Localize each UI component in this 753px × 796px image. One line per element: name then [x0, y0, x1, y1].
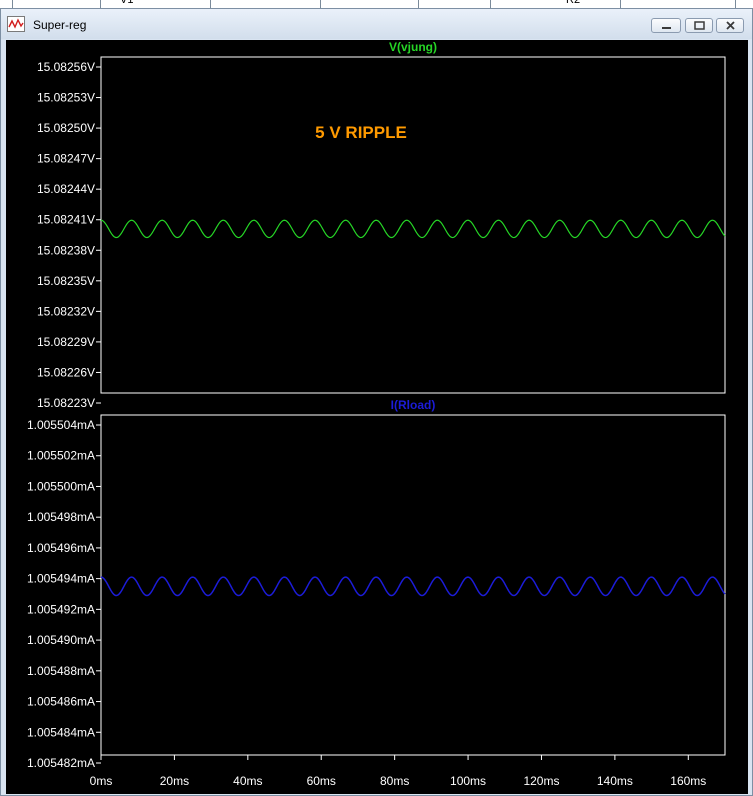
maximize-icon: [694, 21, 705, 30]
y-tick-label-top: 15.08250V: [37, 121, 95, 135]
schematic-wire: [418, 0, 419, 8]
y-axis-bottom: 1.005504mA 1.005502mA 1.005500mA 1.005498mA…: [27, 418, 101, 770]
y-tick-label-bottom: 1.005504mA: [27, 418, 95, 432]
schematic-wire: [620, 0, 621, 8]
y-tick-label-top: 15.08253V: [37, 91, 95, 105]
y-tick-label-bottom: 1.005488mA: [27, 664, 95, 678]
plot-window: Super-reg V(vjung) 15.08256V 15.08253V 15.…: [0, 8, 753, 796]
title-bar[interactable]: Super-reg: [1, 9, 752, 39]
ripple-annotation: 5 V RIPPLE: [315, 123, 407, 142]
x-tick-label: 100ms: [450, 774, 486, 788]
y-tick-label-bottom: 1.005490mA: [27, 633, 95, 647]
x-tick-label: 20ms: [160, 774, 189, 788]
y-tick-label-top: 15.08238V: [37, 243, 95, 257]
schematic-label-r2: R2: [566, 0, 581, 6]
plot-area[interactable]: V(vjung) 15.08256V 15.08253V 15.08250V 15.0…: [6, 40, 748, 794]
y-tick-label-bottom: 1.005482mA: [27, 756, 95, 770]
trace-vjung: [100, 219, 726, 239]
x-tick-label: 120ms: [523, 774, 559, 788]
minimize-icon: [662, 27, 671, 29]
y-tick-label-bottom: 1.005500mA: [27, 479, 95, 493]
y-tick-label-bottom: 1.005486mA: [27, 695, 95, 709]
background-schematic: V1 R2: [0, 0, 753, 8]
close-icon: [726, 21, 735, 30]
x-tick-label: 80ms: [380, 774, 409, 788]
y-tick-label-top: 15.08247V: [37, 152, 95, 166]
trace-label-vjung[interactable]: V(vjung): [389, 40, 437, 54]
x-tick-label: 140ms: [597, 774, 633, 788]
y-axis-top: 15.08256V 15.08253V 15.08250V 15.08247V 15.0…: [37, 60, 101, 410]
y-tick-label-bottom: 1.005502mA: [27, 449, 95, 463]
pane-vjung[interactable]: V(vjung) 15.08256V15.08253V15.08250V15.0…: [37, 40, 726, 410]
trace-irload: [100, 576, 726, 597]
schematic-wire: [210, 0, 211, 8]
schematic-wire: [320, 0, 321, 8]
x-tick-label: 160ms: [670, 774, 706, 788]
x-tick-label: 0ms: [90, 774, 113, 788]
x-axis: 0ms 20ms 40ms 60ms 80ms 100ms 120ms 140ms 160ms: [90, 755, 706, 788]
schematic-wire: [490, 0, 491, 8]
schematic-wire: [12, 0, 13, 8]
y-tick-label-bottom: 1.005494mA: [27, 572, 95, 586]
window-title: Super-reg: [33, 18, 87, 32]
maximize-button[interactable]: [685, 18, 713, 33]
y-tick-label-bottom: 1.005492mA: [27, 602, 95, 616]
y-tick-label-top: 15.08244V: [37, 182, 95, 196]
x-tick-label: 40ms: [233, 774, 262, 788]
y-tick-label-top: 15.08256V: [37, 60, 95, 74]
pane-irload[interactable]: I(Rload) 1.005504mA1.005502mA1.005500mA1…: [27, 398, 726, 788]
y-tick-label-bottom: 1.005498mA: [27, 510, 95, 524]
schematic-wire: [735, 0, 736, 8]
y-tick-label-top: 15.08232V: [37, 304, 95, 318]
schematic-wire: [100, 0, 101, 8]
x-tick-label: 60ms: [307, 774, 336, 788]
trace-label-irload[interactable]: I(Rload): [391, 398, 436, 412]
y-tick-label-top: 15.08226V: [37, 365, 95, 379]
y-tick-label-top: 15.08223V: [37, 396, 95, 410]
y-tick-label-bottom: 1.005496mA: [27, 541, 95, 555]
y-tick-label-top: 15.08241V: [37, 213, 95, 227]
y-tick-label-bottom: 1.005484mA: [27, 725, 95, 739]
y-tick-label-top: 15.08235V: [37, 274, 95, 288]
schematic-label-v1: V1: [120, 0, 134, 6]
pane-frame-top: [100, 56, 726, 394]
y-tick-label-top: 15.08229V: [37, 335, 95, 349]
close-button[interactable]: [716, 18, 744, 33]
waveform-plot[interactable]: V(vjung) 15.08256V15.08253V15.08250V15.0…: [6, 40, 748, 794]
minimize-button[interactable]: [651, 18, 681, 33]
waveform-icon: [7, 16, 25, 32]
